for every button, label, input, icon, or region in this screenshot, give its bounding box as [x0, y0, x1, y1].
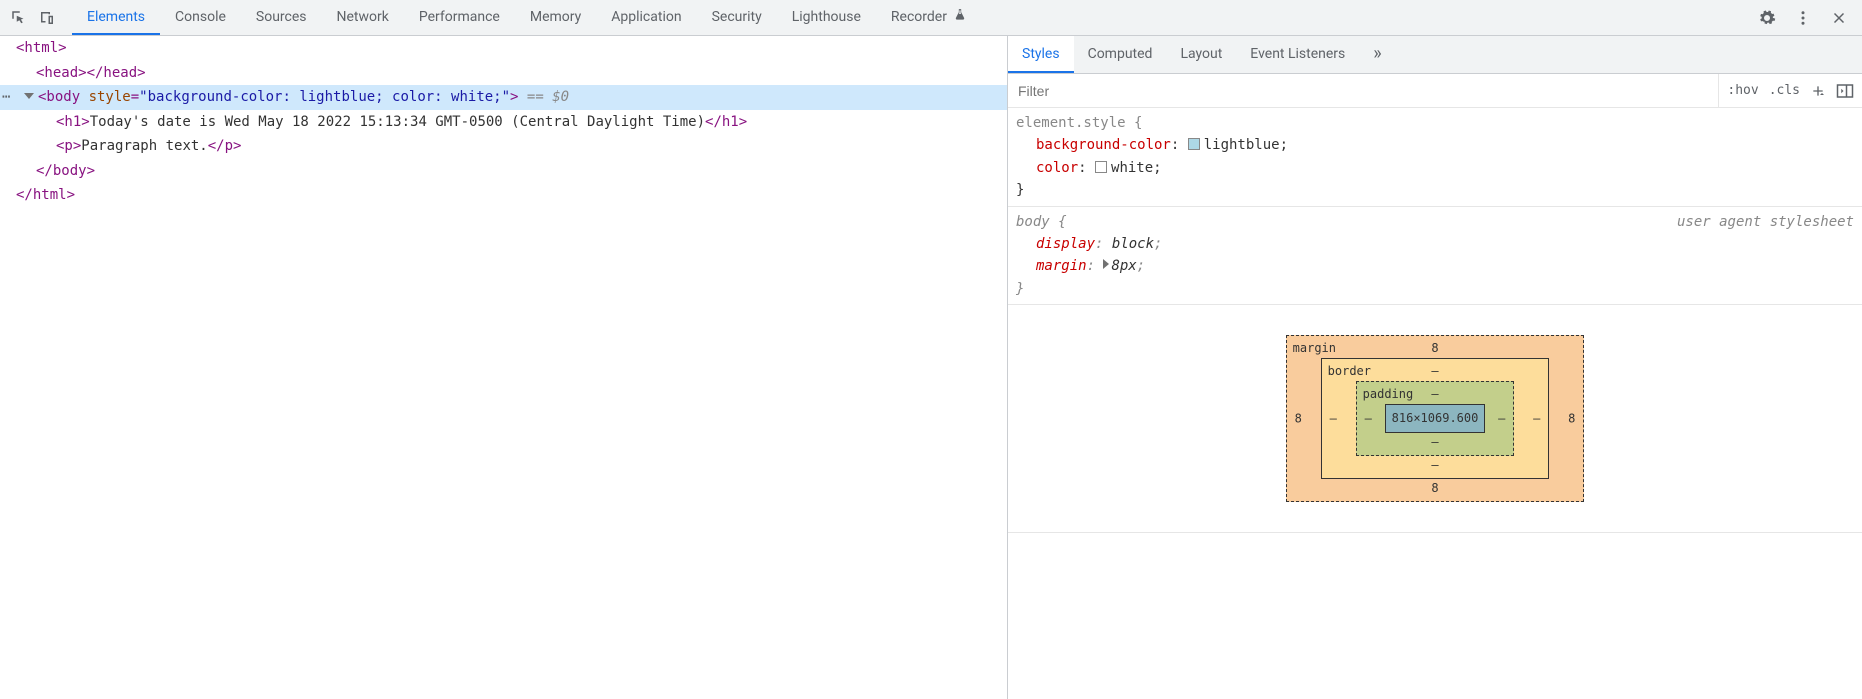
toggle-panel-icon[interactable] [1836, 83, 1854, 99]
side-tab-event-listeners[interactable]: Event Listeners [1236, 36, 1359, 73]
expand-shorthand-icon[interactable] [1103, 259, 1109, 269]
margin-left-value[interactable]: 8 [1295, 409, 1302, 428]
tab-lighthouse[interactable]: Lighthouse [777, 0, 876, 35]
device-toggle-icon[interactable] [38, 9, 56, 27]
padding-bottom-value[interactable]: – [1431, 433, 1438, 452]
dom-h1[interactable]: <h1>Today's date is Wed May 18 2022 15:1… [0, 110, 1007, 135]
tab-network[interactable]: Network [322, 0, 404, 35]
cls-toggle[interactable]: .cls [1769, 83, 1800, 98]
tab-sources[interactable]: Sources [241, 0, 322, 35]
margin-top-value[interactable]: 8 [1431, 339, 1438, 358]
flask-icon [953, 8, 967, 26]
border-left-value[interactable]: – [1330, 409, 1337, 428]
padding-left-value[interactable]: – [1365, 409, 1372, 428]
elements-dom-tree[interactable]: <html> <head></head> <body style="backgr… [0, 36, 1007, 699]
tab-recorder[interactable]: Recorder [876, 0, 982, 35]
margin-label: margin [1293, 339, 1336, 358]
dom-html-open[interactable]: <html> [0, 36, 1007, 61]
border-bottom-value[interactable]: – [1431, 456, 1438, 475]
color-swatch-icon[interactable] [1188, 138, 1200, 150]
styles-filter-input[interactable] [1008, 74, 1718, 107]
sidebar-tabs: Styles Computed Layout Event Listeners » [1008, 36, 1862, 74]
border-right-value[interactable]: – [1533, 409, 1540, 428]
kebab-menu-icon[interactable] [1794, 9, 1812, 27]
rule-body-ua[interactable]: user agent stylesheet body { display: bl… [1008, 207, 1862, 306]
filter-toggles: :hov .cls [1718, 74, 1862, 107]
dom-html-close[interactable]: </html> [0, 183, 1007, 208]
tab-security[interactable]: Security [697, 0, 777, 35]
devtools-toolbar: Elements Console Sources Network Perform… [0, 0, 1862, 36]
close-icon[interactable] [1830, 9, 1848, 27]
rule-element-style[interactable]: element.style { background-color: lightb… [1008, 108, 1862, 207]
margin-right-value[interactable]: 8 [1568, 409, 1575, 428]
ua-stylesheet-label: user agent stylesheet [1677, 211, 1854, 233]
inspect-icon[interactable] [10, 9, 28, 27]
margin-bottom-value[interactable]: 8 [1431, 479, 1438, 498]
new-rule-icon[interactable] [1810, 83, 1826, 99]
padding-right-value[interactable]: – [1498, 409, 1505, 428]
box-model[interactable]: margin 8 8 8 8 border – – – – padding [1008, 305, 1862, 533]
main-split: <html> <head></head> <body style="backgr… [0, 36, 1862, 699]
toolbar-right-controls [1744, 0, 1862, 35]
content-dimensions[interactable]: 816×1069.600 [1385, 404, 1486, 433]
border-label: border [1328, 362, 1371, 381]
styles-filter-bar: :hov .cls [1008, 74, 1862, 108]
styles-sidebar: Styles Computed Layout Event Listeners »… [1007, 36, 1862, 699]
color-swatch-icon[interactable] [1095, 161, 1107, 173]
toolbar-left-controls [0, 0, 66, 35]
side-tab-computed[interactable]: Computed [1074, 36, 1167, 73]
expand-arrow-icon[interactable] [24, 93, 34, 99]
styles-rules: element.style { background-color: lightb… [1008, 108, 1862, 533]
dollar-zero-indicator: == $0 [518, 89, 569, 105]
tab-performance[interactable]: Performance [404, 0, 515, 35]
padding-label: padding [1363, 385, 1414, 404]
side-tab-more-icon[interactable]: » [1359, 36, 1395, 73]
border-top-value[interactable]: – [1431, 362, 1438, 381]
dom-body-close[interactable]: </body> [0, 159, 1007, 184]
dom-p[interactable]: <p>Paragraph text.</p> [0, 134, 1007, 159]
tab-application[interactable]: Application [596, 0, 696, 35]
side-tab-layout[interactable]: Layout [1166, 36, 1236, 73]
dom-head[interactable]: <head></head> [0, 61, 1007, 86]
tab-memory[interactable]: Memory [515, 0, 596, 35]
tab-elements[interactable]: Elements [72, 0, 160, 35]
main-tabs: Elements Console Sources Network Perform… [66, 0, 1744, 35]
padding-top-value[interactable]: – [1431, 385, 1438, 404]
dom-body-open[interactable]: <body style="background-color: lightblue… [0, 85, 1007, 110]
tab-console[interactable]: Console [160, 0, 241, 35]
settings-icon[interactable] [1758, 9, 1776, 27]
side-tab-styles[interactable]: Styles [1008, 36, 1074, 73]
hov-toggle[interactable]: :hov [1727, 83, 1758, 98]
